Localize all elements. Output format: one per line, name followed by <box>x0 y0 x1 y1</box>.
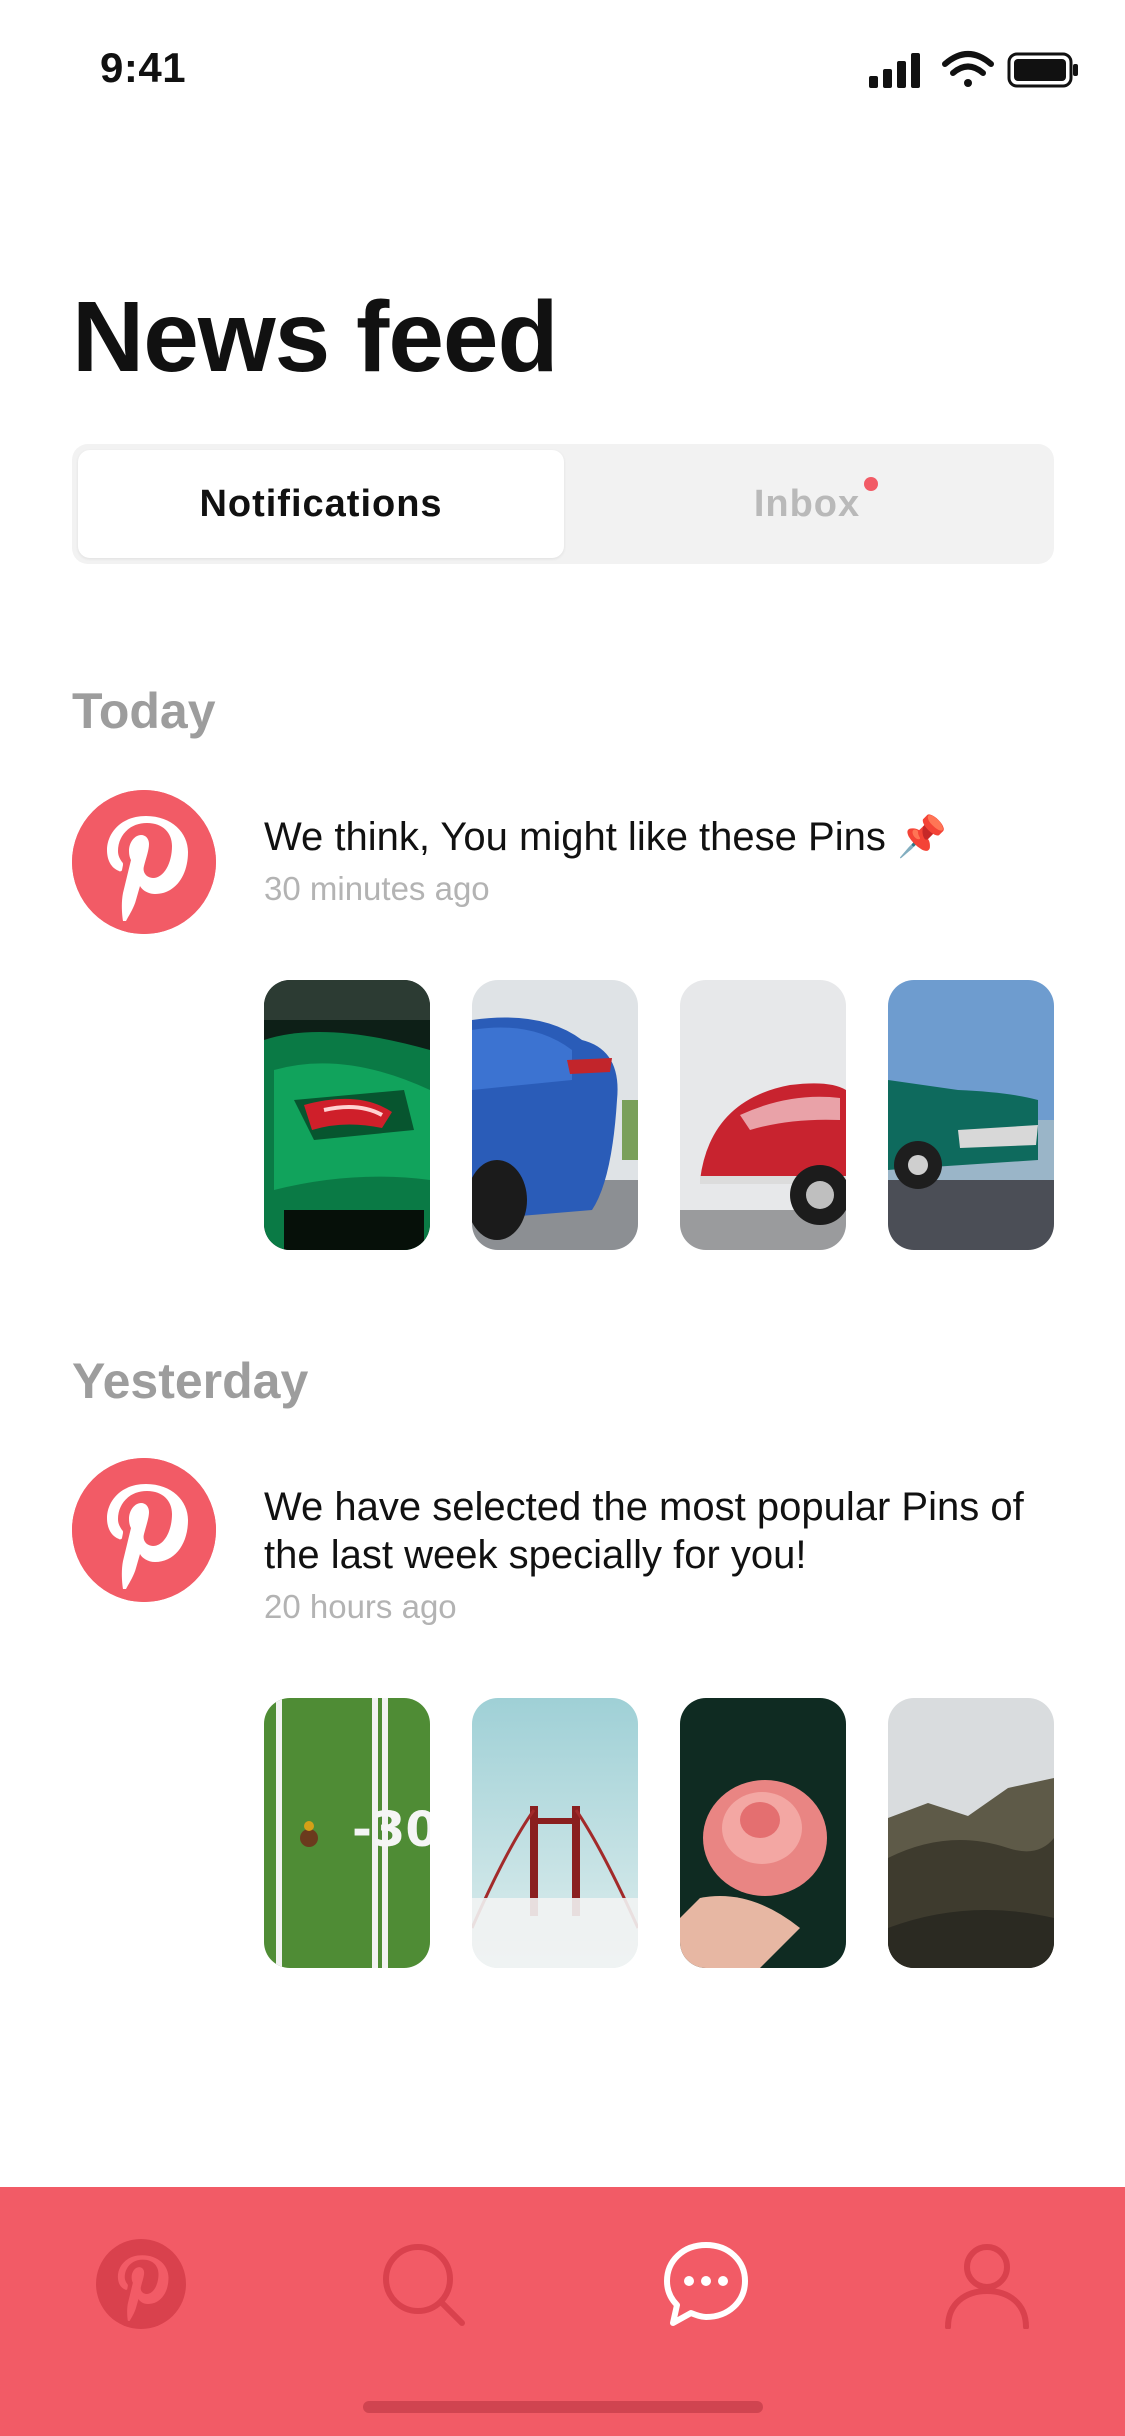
section-header-yesterday: Yesterday <box>72 1353 309 1409</box>
profile-icon[interactable] <box>942 2239 1032 2330</box>
unread-dot <box>864 476 879 491</box>
bottom-nav <box>0 2187 1125 2436</box>
wifi-icon <box>942 51 994 87</box>
tab-notifications[interactable]: Notifications <box>78 450 564 558</box>
pinterest-logo-icon <box>72 790 216 934</box>
page-title: News feed <box>72 281 559 393</box>
home-icon[interactable] <box>96 2239 186 2329</box>
section-header-today: Today <box>72 683 216 739</box>
cellular-signal-icon <box>869 53 920 88</box>
battery-icon <box>1007 52 1078 88</box>
pin-golden-gate-bridge-fog[interactable] <box>472 1698 638 1968</box>
feed-tabs: Notifications Inbox <box>72 444 1054 564</box>
pinterest-avatar[interactable] <box>72 790 216 934</box>
notification-message: We have selected the most popular Pins o… <box>264 1485 1024 1577</box>
pin-green-sports-car[interactable] <box>264 980 430 1250</box>
pin-red-classic-car[interactable] <box>680 980 846 1250</box>
pin-blue-car-rear[interactable] <box>472 980 638 1250</box>
status-time: 9:41 <box>100 44 187 91</box>
home-indicator <box>363 2401 763 2413</box>
pin-teal-vintage-car[interactable] <box>888 980 1054 1250</box>
pin-football-field[interactable]: -30 <box>264 1698 430 1968</box>
status-icons <box>869 50 1079 90</box>
notification-time: 30 minutes ago <box>264 870 490 907</box>
pin-mountain-valley[interactable] <box>888 1698 1054 1968</box>
messages-icon[interactable] <box>661 2239 751 2329</box>
search-icon[interactable] <box>378 2239 468 2329</box>
svg-text:-30: -30 <box>352 1802 430 1858</box>
tab-notifications-label: Notifications <box>199 482 443 525</box>
tab-inbox[interactable]: Inbox <box>564 450 1050 558</box>
pin-pink-rose[interactable] <box>680 1698 846 1968</box>
pinterest-avatar[interactable] <box>72 1458 216 1602</box>
pinterest-logo-icon <box>72 1458 216 1602</box>
notification-time: 20 hours ago <box>264 1588 457 1625</box>
notification-message: We think, You might like these Pins 📌 <box>264 815 947 859</box>
tab-inbox-label: Inbox <box>753 482 861 525</box>
